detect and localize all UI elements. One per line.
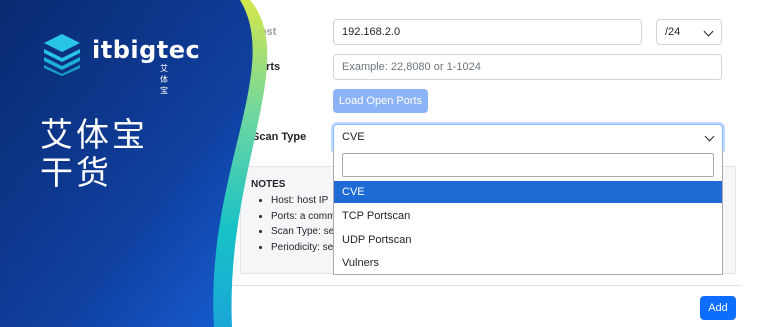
add-button-label: Add bbox=[708, 302, 728, 314]
dropdown-option-vulners[interactable]: Vulners bbox=[334, 252, 722, 274]
dropdown-search-input[interactable] bbox=[342, 153, 714, 177]
headline-line-1: 艾体宝 bbox=[40, 115, 148, 154]
list-item: Scan Type: se bbox=[271, 224, 335, 240]
scan-type-label: Scan Type bbox=[252, 131, 307, 143]
ports-input[interactable]: Example: 22,8080 or 1-1024 bbox=[333, 54, 722, 80]
chevron-down-icon bbox=[704, 131, 715, 142]
list-item: Ports: a comm bbox=[271, 209, 335, 225]
dropdown-option-cve[interactable]: CVE bbox=[334, 181, 722, 203]
notes-list: Host: host IP Ports: a comm Scan Type: s… bbox=[271, 193, 335, 255]
scan-type-dropdown: CVE TCP Portscan UDP Portscan Vulners bbox=[333, 149, 723, 275]
host-value: 192.168.2.0 bbox=[342, 26, 401, 38]
chevron-down-icon bbox=[703, 26, 714, 37]
ports-placeholder: Example: 22,8080 or 1-1024 bbox=[342, 61, 481, 73]
banner-headline: 艾体宝 干货 bbox=[40, 116, 148, 192]
logo-text: itbigtec bbox=[92, 36, 201, 64]
headline-line-2: 干货 bbox=[40, 153, 112, 192]
notes-title: NOTES bbox=[251, 179, 286, 190]
host-label: Host bbox=[252, 26, 277, 38]
scan-type-value: CVE bbox=[342, 131, 365, 143]
subnet-mask-value: /24 bbox=[665, 26, 681, 38]
add-button[interactable]: Add bbox=[700, 296, 736, 320]
subnet-mask-select[interactable]: /24 bbox=[656, 19, 722, 45]
ports-label: Ports bbox=[252, 61, 281, 73]
divider bbox=[230, 285, 742, 286]
scan-type-select[interactable]: CVE bbox=[333, 124, 723, 150]
list-item: Host: host IP bbox=[271, 193, 335, 209]
layers-icon bbox=[44, 34, 80, 76]
dropdown-option-tcp-portscan[interactable]: TCP Portscan bbox=[334, 205, 722, 227]
load-open-ports-label: Load Open Ports bbox=[338, 95, 423, 107]
logo-subtext: 艾体宝 bbox=[160, 64, 168, 95]
list-item: Periodicity: se bbox=[271, 240, 335, 256]
host-input[interactable]: 192.168.2.0 bbox=[333, 19, 642, 45]
load-open-ports-button[interactable]: Load Open Ports bbox=[333, 89, 428, 113]
dropdown-option-udp-portscan[interactable]: UDP Portscan bbox=[334, 229, 722, 251]
